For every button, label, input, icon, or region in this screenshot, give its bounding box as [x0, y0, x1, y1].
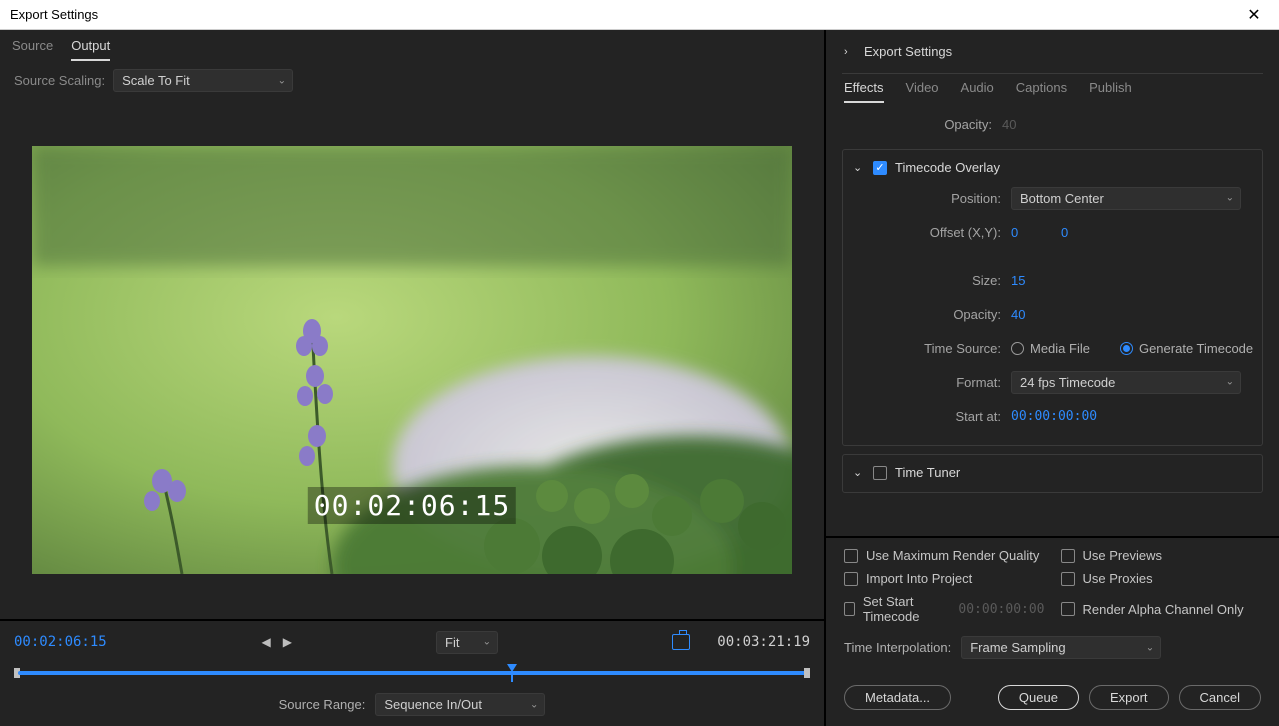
- queue-button[interactable]: Queue: [998, 685, 1079, 710]
- time-tuner-title: Time Tuner: [895, 465, 960, 480]
- radio-media-file[interactable]: [1011, 342, 1024, 355]
- settings-tabs: Effects Video Audio Captions Publish: [826, 74, 1279, 103]
- time-tuner-panel: ⌄ Time Tuner: [842, 454, 1263, 493]
- preview-area: 00:02:06:15: [0, 100, 824, 619]
- source-scaling-dropdown[interactable]: Scale To Fit ⌄: [113, 69, 293, 92]
- timecode-overlay-panel: ⌄ ✓ Timecode Overlay Position: Bottom Ce…: [842, 149, 1263, 446]
- offset-x[interactable]: 0: [1011, 225, 1061, 240]
- timecode-overlay-text: 00:02:06:15: [308, 487, 516, 524]
- opacity-label: Opacity:: [842, 117, 1002, 132]
- zoom-value: Fit: [445, 635, 459, 650]
- source-range-dropdown[interactable]: Sequence In/Out ⌄: [375, 693, 545, 716]
- chevron-down-icon: ⌄: [1146, 642, 1154, 653]
- tab-source[interactable]: Source: [12, 38, 53, 61]
- time-tuner-checkbox[interactable]: [873, 466, 887, 480]
- format-label: Format:: [851, 375, 1011, 390]
- size-label: Size:: [851, 273, 1011, 288]
- tab-output[interactable]: Output: [71, 38, 110, 61]
- radio-generate-timecode[interactable]: [1120, 342, 1133, 355]
- chevron-down-icon: ⌄: [530, 699, 538, 710]
- time-interpolation-label: Time Interpolation:: [844, 640, 951, 655]
- tab-audio[interactable]: Audio: [961, 80, 994, 103]
- chevron-down-icon: ⌄: [1226, 193, 1234, 204]
- format-dropdown[interactable]: 24 fps Timecode ⌄: [1011, 371, 1241, 394]
- chevron-down-icon: ⌄: [483, 637, 491, 648]
- zoom-dropdown[interactable]: Fit ⌄: [436, 631, 498, 654]
- slider-track[interactable]: [18, 671, 806, 675]
- main-content: Source Output Source Scaling: Scale To F…: [0, 30, 1279, 726]
- chevron-right-icon: ›: [844, 46, 856, 58]
- timeline-slider[interactable]: [14, 661, 810, 685]
- source-range-label: Source Range:: [279, 697, 366, 712]
- export-settings-label: Export Settings: [864, 44, 952, 59]
- chevron-down-icon: ⌄: [278, 75, 286, 86]
- time-interpolation-value: Frame Sampling: [970, 640, 1065, 655]
- source-scaling-value: Scale To Fit: [122, 73, 190, 88]
- opt-max-render-quality[interactable]: Use Maximum Render Quality: [844, 548, 1045, 563]
- opt-set-start-timecode[interactable]: Set Start Timecode00:00:00:00: [844, 594, 1045, 624]
- cancel-button[interactable]: Cancel: [1179, 685, 1261, 710]
- tab-publish[interactable]: Publish: [1089, 80, 1132, 103]
- chevron-down-icon: ⌄: [1226, 377, 1234, 388]
- button-row: Metadata... Queue Export Cancel: [826, 669, 1279, 726]
- chevron-down-icon: ⌄: [853, 466, 865, 479]
- format-value: 24 fps Timecode: [1020, 375, 1115, 390]
- out-point-handle[interactable]: [804, 668, 810, 678]
- export-options: Use Maximum Render Quality Use Previews …: [826, 536, 1279, 669]
- start-at-value[interactable]: 00:00:00:00: [1011, 409, 1097, 424]
- close-icon[interactable]: ✕: [1239, 5, 1269, 25]
- timeline-panel: 00:02:06:15 ◀ ▶ Fit ⌄ 00:03:21:19: [0, 619, 824, 726]
- generate-timecode-label: Generate Timecode: [1139, 341, 1253, 356]
- source-scaling-row: Source Scaling: Scale To Fit ⌄: [0, 61, 824, 100]
- current-timecode[interactable]: 00:02:06:15: [14, 634, 262, 650]
- source-range-value: Sequence In/Out: [384, 697, 482, 712]
- size-value[interactable]: 15: [1011, 273, 1025, 288]
- tc-opacity-value[interactable]: 40: [1011, 307, 1025, 322]
- title-bar: Export Settings ✕: [0, 0, 1279, 30]
- export-button[interactable]: Export: [1089, 685, 1169, 710]
- effects-scroll[interactable]: Opacity: 40 ⌄ ✓ Timecode Overlay Positio…: [826, 103, 1279, 536]
- window-title: Export Settings: [10, 7, 1239, 22]
- offset-label: Offset (X,Y):: [851, 225, 1011, 240]
- opt-use-previews[interactable]: Use Previews: [1061, 548, 1262, 563]
- start-at-label: Start at:: [851, 409, 1011, 424]
- opt-render-alpha[interactable]: Render Alpha Channel Only: [1061, 594, 1262, 624]
- timecode-overlay-toggle[interactable]: ⌄ ✓ Timecode Overlay: [851, 158, 1254, 181]
- source-scaling-label: Source Scaling:: [14, 73, 105, 88]
- chevron-down-icon: ⌄: [853, 161, 865, 174]
- timecode-overlay-title: Timecode Overlay: [895, 160, 1000, 175]
- safe-margins-icon[interactable]: [672, 634, 690, 650]
- preview-tabs: Source Output: [0, 30, 824, 61]
- tab-video[interactable]: Video: [906, 80, 939, 103]
- position-value: Bottom Center: [1020, 191, 1104, 206]
- export-settings-header[interactable]: › Export Settings: [826, 30, 1279, 73]
- metadata-button[interactable]: Metadata...: [844, 685, 951, 710]
- tab-effects[interactable]: Effects: [844, 80, 884, 103]
- step-forward-icon[interactable]: ▶: [283, 635, 292, 649]
- opt-import-project[interactable]: Import Into Project: [844, 571, 1045, 586]
- step-back-icon[interactable]: ◀: [262, 635, 271, 649]
- right-panel: › Export Settings Effects Video Audio Ca…: [826, 30, 1279, 726]
- left-panel: Source Output Source Scaling: Scale To F…: [0, 30, 826, 726]
- tc-opacity-label: Opacity:: [851, 307, 1011, 322]
- position-dropdown[interactable]: Bottom Center ⌄: [1011, 187, 1241, 210]
- tab-captions[interactable]: Captions: [1016, 80, 1067, 103]
- time-interpolation-dropdown[interactable]: Frame Sampling ⌄: [961, 636, 1161, 659]
- position-label: Position:: [851, 191, 1011, 206]
- time-source-label: Time Source:: [851, 341, 1011, 356]
- offset-y[interactable]: 0: [1061, 225, 1068, 240]
- video-preview[interactable]: 00:02:06:15: [32, 146, 792, 574]
- playhead[interactable]: [507, 664, 517, 682]
- media-file-label: Media File: [1030, 341, 1090, 356]
- timecode-overlay-checkbox[interactable]: ✓: [873, 161, 887, 175]
- time-tuner-toggle[interactable]: ⌄ Time Tuner: [851, 463, 1254, 486]
- opt-use-proxies[interactable]: Use Proxies: [1061, 571, 1262, 586]
- end-timecode: 00:03:21:19: [690, 634, 810, 650]
- opacity-value: 40: [1002, 117, 1016, 132]
